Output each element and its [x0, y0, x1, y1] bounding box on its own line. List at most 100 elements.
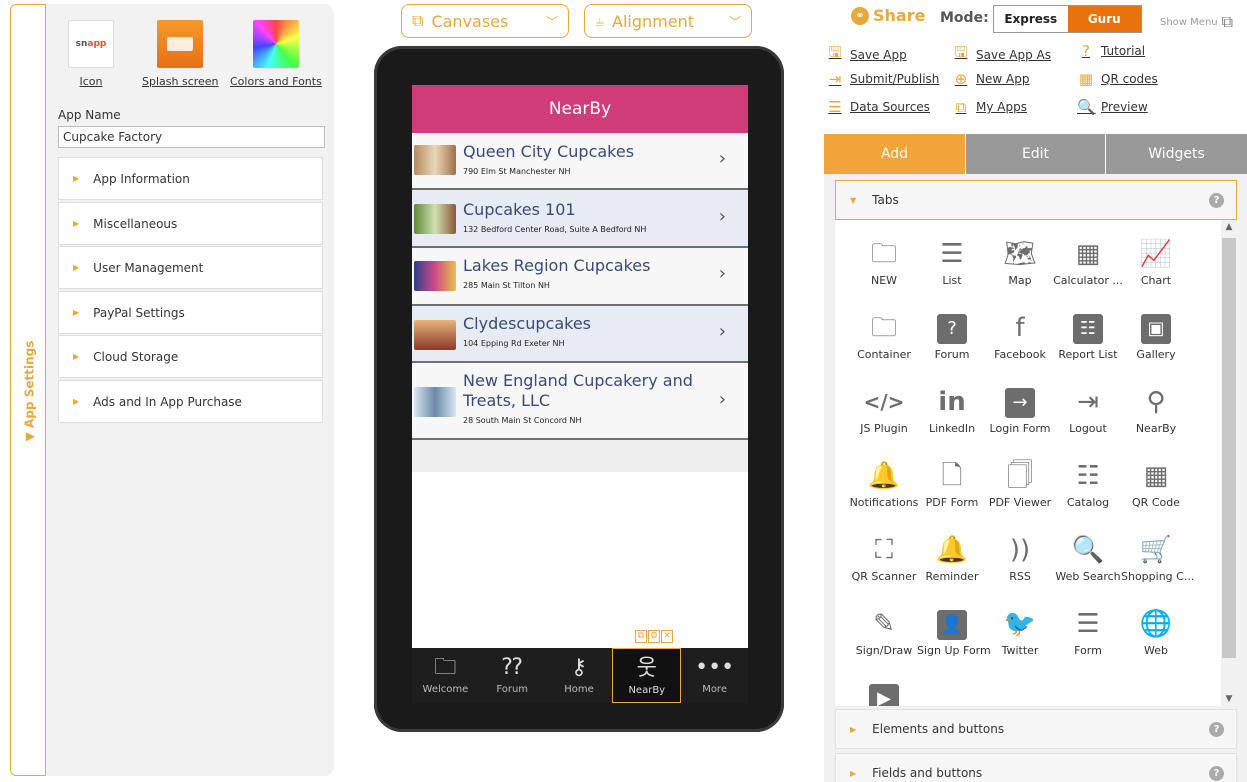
mode-guru-button[interactable]: Guru: [1067, 6, 1141, 32]
colors-fonts-asset[interactable]: Colors and Fonts: [230, 20, 322, 88]
widget-scrollbar[interactable]: ▲ ▼: [1221, 220, 1237, 706]
widget-notifications[interactable]: 🔔 Notifications: [849, 456, 919, 509]
widget-js-plugin[interactable]: </> JS Plugin: [849, 382, 919, 435]
splash-screen-link[interactable]: Splash screen: [142, 75, 219, 88]
mode-express-button[interactable]: Express: [994, 6, 1068, 32]
list-item[interactable]: Cupcakes 101 132 Bedford Center Road, Su…: [412, 190, 748, 248]
widget-logout[interactable]: ⇥ Logout: [1053, 382, 1123, 435]
section-fields-header[interactable]: ▶ Fields and buttons ?: [835, 753, 1237, 782]
icon-link[interactable]: Icon: [80, 75, 103, 88]
tab-add[interactable]: Add: [824, 134, 965, 174]
widget-nearby[interactable]: ⚲ NearBy: [1121, 382, 1191, 435]
widget-sign-draw[interactable]: ✎ Sign/Draw: [849, 604, 919, 657]
new-app-button[interactable]: ⊕ New App: [952, 70, 1030, 88]
widget-facebook[interactable]: f Facebook: [985, 308, 1055, 361]
widget-web-search[interactable]: 🔍 Web Search: [1053, 530, 1123, 583]
plus-icon: ⊕: [954, 70, 968, 88]
qr-scanner-icon: ⛶: [874, 535, 894, 565]
copy-icon[interactable]: ⧉: [635, 630, 647, 643]
help-icon[interactable]: ?: [1209, 765, 1224, 781]
scrollbar-thumb[interactable]: [1222, 238, 1236, 658]
settings-icon[interactable]: ⚙: [648, 630, 660, 643]
tab-home[interactable]: ⚷ Home: [546, 648, 613, 703]
section-ads-in-app-purchase[interactable]: ▶ Ads and In App Purchase: [58, 380, 323, 423]
app-settings-tab[interactable]: ▼ App Settings: [10, 4, 46, 776]
widget-gallery[interactable]: ▣ Gallery: [1121, 308, 1191, 361]
icon-asset[interactable]: sn app Icon: [68, 20, 114, 88]
share-button[interactable]: ⚭ Share: [851, 6, 925, 25]
widget-video[interactable]: ▶: [849, 678, 919, 706]
widget-login-form[interactable]: → Login Form: [985, 382, 1055, 435]
colors-fonts-thumbnail[interactable]: [252, 20, 299, 68]
app-icon-thumbnail[interactable]: sn app: [68, 20, 114, 68]
canvases-dropdown[interactable]: ⧉ Canvases ﹀: [401, 4, 569, 38]
section-cloud-storage[interactable]: ▶ Cloud Storage: [58, 335, 323, 378]
notifications-icon: 🔔: [867, 461, 901, 491]
widget-new[interactable]: 🗀 NEW: [849, 234, 919, 287]
cart-icon: 🛒: [1139, 535, 1173, 565]
widget-map[interactable]: 🗺 Map: [985, 234, 1055, 287]
app-name-input[interactable]: [58, 126, 325, 148]
data-sources-button[interactable]: ☰ Data Sources: [826, 98, 930, 116]
help-icon[interactable]: ?: [1209, 721, 1224, 737]
map-icon: 🗺: [1003, 239, 1037, 269]
section-user-management[interactable]: ▶ User Management: [58, 246, 323, 289]
preview-button[interactable]: 🔍 Preview: [1077, 98, 1148, 116]
widget-qr-code[interactable]: ▦ QR Code: [1121, 456, 1191, 509]
widget-sign-up-form[interactable]: 👤 Sign Up Form: [917, 604, 991, 657]
alignment-dropdown[interactable]: ⫨ Alignment ﹀: [584, 4, 752, 38]
widget-forum[interactable]: ? Forum: [917, 308, 987, 361]
widget-reminder[interactable]: 🔔 Reminder: [917, 530, 987, 583]
tab-welcome[interactable]: 🗀 Welcome: [412, 648, 479, 703]
splash-screen-thumbnail[interactable]: [157, 20, 204, 68]
section-paypal-settings[interactable]: ▶ PayPal Settings: [58, 291, 323, 334]
widget-rss[interactable]: )) RSS: [985, 530, 1055, 583]
user-card-icon: 👤: [917, 604, 987, 644]
scroll-up-icon[interactable]: ▲: [1221, 222, 1237, 232]
colors-fonts-link[interactable]: Colors and Fonts: [230, 75, 322, 88]
list-item[interactable]: Lakes Region Cupcakes 285 Main St Tilton…: [412, 248, 748, 306]
linkedin-icon: in: [938, 387, 966, 417]
tab-widgets[interactable]: Widgets: [1105, 134, 1247, 174]
section-app-information[interactable]: ▶ App Information: [58, 157, 323, 200]
show-menu-button[interactable]: Show Menu ⧉: [1160, 12, 1233, 32]
list-item[interactable]: Queen City Cupcakes 790 Elm St Mancheste…: [412, 133, 748, 190]
my-apps-button[interactable]: ⧉ My Apps: [952, 98, 1027, 116]
widget-web[interactable]: 🌐 Web: [1121, 604, 1191, 657]
widget-list[interactable]: ☰ List: [917, 234, 987, 287]
section-tabs-header[interactable]: ▼ Tabs ?: [835, 180, 1237, 220]
list-item[interactable]: New England Cupcakery and Treats, LLC 28…: [412, 363, 748, 440]
phone-screen: NearBy Queen City Cupcakes 790 Elm St Ma…: [412, 85, 748, 703]
widget-shopping-cart[interactable]: 🛒 Shopping C...: [1121, 530, 1194, 583]
widget-linkedin[interactable]: in LinkedIn: [917, 382, 987, 435]
chevron-right-icon: ›: [718, 263, 726, 284]
widget-catalog[interactable]: ☷ Catalog: [1053, 456, 1123, 509]
close-icon[interactable]: ✕: [661, 630, 673, 643]
tab-edit[interactable]: Edit: [965, 134, 1105, 174]
save-app-button[interactable]: 🖫 Save App: [826, 42, 907, 67]
tab-forum[interactable]: ⁇ Forum: [479, 648, 546, 703]
scroll-down-icon[interactable]: ▼: [1221, 694, 1237, 704]
section-miscellaneous[interactable]: ▶ Miscellaneous: [58, 202, 323, 245]
help-icon[interactable]: ?: [1209, 192, 1224, 208]
splash-screen-asset[interactable]: Splash screen: [142, 20, 219, 88]
widget-container[interactable]: 🗀 Container: [849, 308, 919, 361]
widget-pdf-form[interactable]: 🗋 PDF Form: [917, 456, 987, 509]
widget-chart[interactable]: 📈 Chart: [1121, 234, 1191, 287]
section-elements-header[interactable]: ▶ Elements and buttons ?: [835, 709, 1237, 749]
widget-qr-scanner[interactable]: ⛶ QR Scanner: [849, 530, 919, 583]
tutorial-button[interactable]: ? Tutorial: [1077, 42, 1145, 60]
qr-codes-button[interactable]: ▦ QR codes: [1077, 70, 1158, 88]
save-app-as-button[interactable]: 🖫 Save App As: [952, 42, 1051, 67]
widget-pdf-viewer[interactable]: 🗍 PDF Viewer: [985, 456, 1055, 509]
tab-more[interactable]: ••• More: [681, 648, 748, 703]
tab-nearby[interactable]: 웃 NearBy: [612, 648, 682, 703]
widget-form[interactable]: ☰ Form: [1053, 604, 1123, 657]
widget-report-list[interactable]: ☷ Report List: [1053, 308, 1123, 361]
submit-publish-button[interactable]: ⇥ Submit/Publish: [826, 70, 940, 88]
list-item[interactable]: Clydescupcakes 104 Epping Rd Exeter NH ›: [412, 306, 748, 363]
widget-twitter[interactable]: 🐦 Twitter: [985, 604, 1055, 657]
widget-calculator[interactable]: ▦ Calculator ...: [1053, 234, 1123, 287]
location-address: 104 Epping Rd Exeter NH: [463, 339, 565, 348]
chevron-right-icon: ›: [718, 321, 726, 342]
